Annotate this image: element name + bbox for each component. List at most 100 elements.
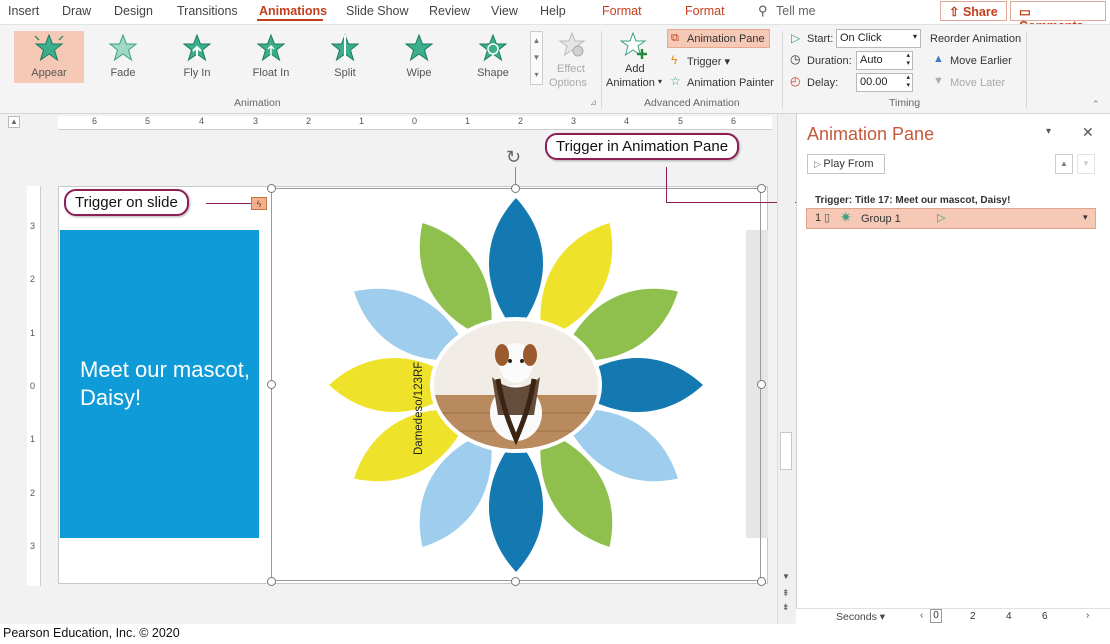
move-down-button[interactable]: ▼ (1077, 154, 1095, 174)
resize-handle[interactable] (757, 184, 766, 193)
scroll-thumb[interactable] (780, 432, 792, 470)
fade-effect-button[interactable]: Fade (88, 31, 158, 83)
chevron-down-icon[interactable]: ▾ (1083, 212, 1088, 223)
selection-frame (271, 188, 761, 581)
resize-handle[interactable] (511, 184, 520, 193)
play-from-button[interactable]: ▷ Play From (807, 154, 885, 174)
next-slide-icon[interactable]: ⇟ (782, 602, 790, 613)
tab-format-drawing[interactable]: Format (602, 4, 642, 18)
tab-review[interactable]: Review (429, 4, 470, 18)
trigger-label: Trigger (687, 56, 722, 68)
appear-star-icon: ✷ (840, 209, 852, 225)
dialog-launcher-icon[interactable]: ⊿ (590, 98, 597, 107)
pane-options-icon[interactable]: ▾ (1046, 126, 1051, 137)
split-label: Split (334, 67, 356, 79)
gallery-scroll[interactable]: ▲ ▼ ▾ (530, 31, 543, 85)
animation-list-item[interactable]: 1 ▯ ✷ Group 1 ▷ ▾ (806, 208, 1096, 229)
ruler-h-num: 6 (731, 116, 737, 126)
ruler-v-num: 0 (30, 381, 36, 391)
ruler-h-num: 1 (465, 116, 471, 126)
animation-painter-icon: ☆ (670, 74, 681, 88)
trigger-header[interactable]: Trigger: Title 17: Meet our mascot, Dais… (815, 195, 1010, 206)
duration-value: Auto (860, 54, 883, 66)
fade-label: Fade (110, 67, 136, 79)
float-in-effect-button[interactable]: Float In (236, 31, 306, 83)
move-later-button[interactable]: Move Later (950, 77, 1005, 89)
tab-slide-show[interactable]: Slide Show (346, 4, 409, 18)
timeline-tick: 4 (1006, 611, 1012, 622)
resize-handle[interactable] (757, 380, 766, 389)
scroll-up-button[interactable]: ▲ (8, 116, 20, 128)
ruler-h-num: 3 (253, 116, 259, 126)
split-star-icon (330, 33, 360, 62)
move-up-button[interactable]: ▲ (1055, 154, 1073, 174)
tab-transitions[interactable]: Transitions (177, 4, 238, 18)
ruler-h-num: 3 (571, 116, 577, 126)
previous-slide-icon[interactable]: ⇞ (782, 588, 790, 599)
start-dropdown[interactable]: On Click ▾ (836, 29, 921, 48)
resize-handle[interactable] (267, 577, 276, 586)
move-earlier-arrow-icon: ▲ (933, 53, 944, 65)
resize-handle[interactable] (267, 184, 276, 193)
comments-button[interactable]: ▭ Comments (1010, 1, 1106, 33)
fly-in-label: Fly In (183, 67, 211, 79)
trigger-button[interactable]: Trigger ▾ (687, 55, 730, 68)
tab-help[interactable]: Help (540, 4, 566, 18)
animation-pane (796, 114, 1110, 624)
timeline-right-icon[interactable]: › (1086, 610, 1089, 621)
delay-clock-icon: ◴ (790, 74, 801, 88)
tab-design[interactable]: Design (114, 4, 153, 18)
effect-options-label-1[interactable]: Effect (557, 63, 585, 75)
rotate-handle-icon[interactable]: ↻ (506, 147, 521, 168)
move-earlier-button[interactable]: Move Earlier (950, 55, 1012, 67)
slide-title-text[interactable]: Meet our mascot, Daisy! (80, 356, 250, 412)
duration-label: Duration: (807, 55, 852, 67)
share-button[interactable]: ⇧ Share (940, 1, 1007, 21)
animation-painter-button[interactable]: Animation Painter (687, 77, 774, 89)
copyright-caption: Pearson Education, Inc. © 2020 (3, 626, 180, 640)
trigger-lightning-tag-icon[interactable]: ϟ (251, 197, 267, 210)
tab-view[interactable]: View (491, 4, 518, 18)
ribbon-separator (782, 31, 783, 109)
delay-spinner[interactable]: ▴ ▾ (906, 74, 910, 90)
tab-draw[interactable]: Draw (62, 4, 91, 18)
vertical-scrollbar[interactable]: ▼ ⇞ ⇟ (777, 114, 795, 624)
wipe-effect-button[interactable]: Wipe (384, 31, 454, 83)
ribbon: Appear Fade Fly In Float In Split Wipe S… (0, 24, 1110, 114)
tab-animations[interactable]: Animations (259, 4, 327, 18)
fade-star-icon (108, 33, 138, 62)
start-play-icon: ▷ (791, 31, 801, 45)
duration-input[interactable]: Auto ▴ ▾ (856, 51, 913, 70)
tab-format-picture[interactable]: Format (685, 4, 725, 18)
timeline-left-icon[interactable]: ‹ (920, 610, 923, 621)
float-in-label: Float In (252, 67, 290, 79)
seconds-dropdown[interactable]: Seconds ▾ (836, 611, 885, 623)
split-effect-button[interactable]: Split (310, 31, 380, 83)
resize-handle[interactable] (757, 577, 766, 586)
effect-options-label-2[interactable]: Options (549, 77, 587, 89)
add-animation-label-1[interactable]: Add (625, 63, 645, 75)
animation-pane-button[interactable]: ⧉ Animation Pane (667, 29, 770, 48)
delay-input[interactable]: 00.00 ▴ ▾ (856, 73, 913, 92)
fly-in-effect-button[interactable]: Fly In (162, 31, 232, 83)
add-animation-label-2[interactable]: Animation (606, 77, 655, 89)
resize-handle[interactable] (511, 577, 520, 586)
animation-group-label: Animation (234, 97, 281, 109)
tab-insert[interactable]: Insert (8, 4, 39, 18)
advanced-animation-group-label: Advanced Animation (644, 97, 740, 109)
resize-handle[interactable] (267, 380, 276, 389)
collapse-ribbon-icon[interactable]: ⌃ (1092, 99, 1100, 110)
ruler-v-num: 3 (30, 541, 36, 551)
reorder-animation-label: Reorder Animation (930, 33, 1022, 45)
start-label: Start: (807, 33, 834, 45)
close-icon[interactable]: ✕ (1082, 124, 1094, 141)
effect-options-icon (558, 31, 586, 57)
ruler-v-num: 2 (30, 274, 36, 284)
shape-effect-button[interactable]: Shape (458, 31, 528, 83)
appear-effect-button[interactable]: Appear (14, 31, 84, 83)
duration-spinner[interactable]: ▴ ▾ (906, 52, 910, 68)
lightbulb-search-icon: ⚲ (758, 3, 768, 18)
tell-me-box[interactable]: Tell me (776, 4, 816, 18)
scroll-down-button[interactable]: ▼ (782, 572, 790, 581)
appear-star-icon (34, 33, 64, 62)
